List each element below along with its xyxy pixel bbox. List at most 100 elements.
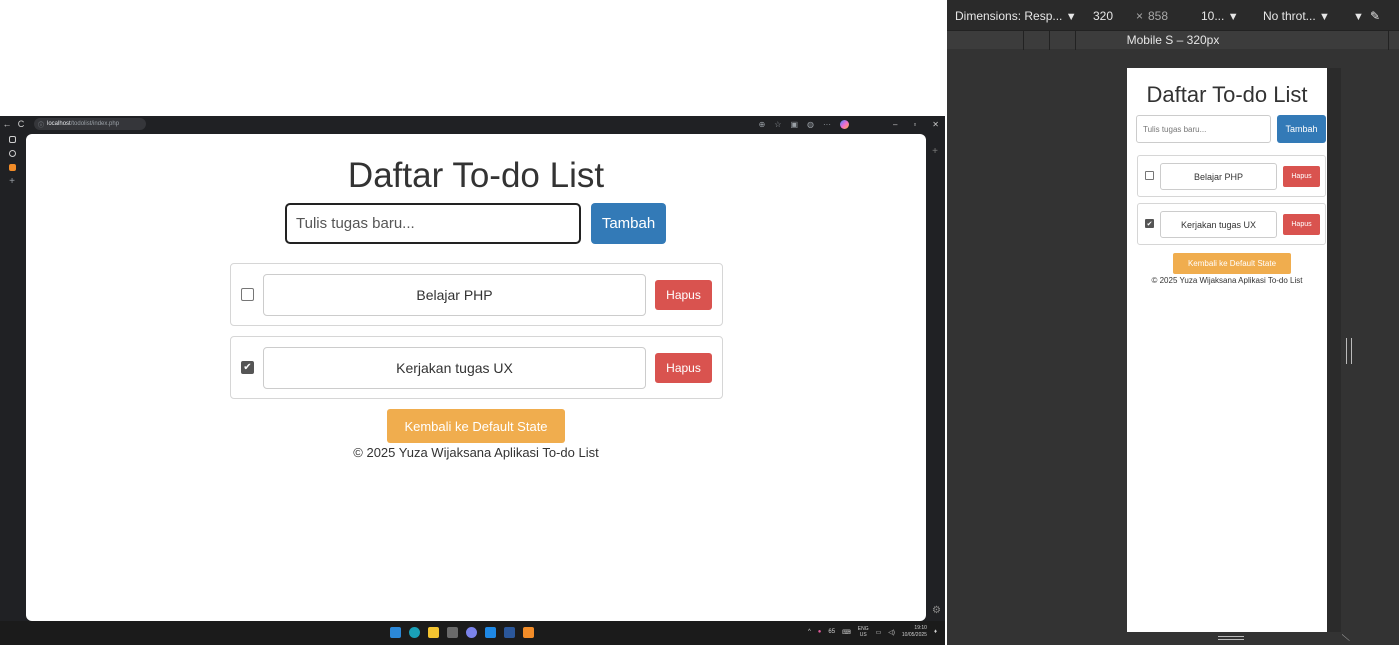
eyedropper-icon[interactable]: ✎	[1370, 9, 1380, 23]
browser-window: ← C ⓘ localhost/todolist/index.php ⊕ ☆ ▣…	[0, 116, 945, 645]
address-bar[interactable]: ⓘ localhost/todolist/index.php	[34, 118, 146, 130]
new-task-input[interactable]	[285, 203, 581, 244]
file-explorer-icon[interactable]	[428, 627, 439, 638]
footer-text: © 2025 Yuza Wijaksana Aplikasi To-do Lis…	[353, 445, 599, 460]
word-icon[interactable]	[504, 627, 515, 638]
star-icon[interactable]: ☆	[774, 120, 781, 129]
task-checkbox[interactable]	[241, 288, 254, 301]
dimensions-label: Dimensions: Resp...	[955, 9, 1063, 23]
edge-icon[interactable]	[409, 627, 420, 638]
footer-text: © 2025 Yuza Wijaksana Aplikasi To-do Lis…	[1151, 276, 1303, 285]
resize-handle-bottom[interactable]	[1218, 636, 1244, 640]
page-title: Daftar To-do List	[347, 156, 605, 195]
chat-icon[interactable]	[466, 627, 477, 638]
add-task-button[interactable]: Tambah	[1277, 115, 1326, 143]
chevron-up-icon[interactable]: ^	[808, 629, 811, 635]
more-icon[interactable]: ···	[823, 120, 831, 129]
info-icon[interactable]: ⓘ	[38, 120, 44, 129]
tabs-icon[interactable]	[8, 136, 16, 143]
reload-icon[interactable]: C	[14, 119, 28, 129]
device-label[interactable]: Mobile S – 320px	[947, 33, 1399, 47]
reset-default-button[interactable]: Kembali ke Default State	[387, 409, 565, 443]
windows-start-icon[interactable]	[390, 627, 401, 638]
copilot-icon[interactable]	[840, 119, 849, 129]
history-icon[interactable]	[8, 150, 16, 157]
close-icon[interactable]: ✕	[932, 120, 939, 129]
page-viewport: Daftar To-do List Tambah Belajar PHP Hap…	[26, 134, 926, 621]
caret-down-icon: ▼	[1353, 11, 1364, 23]
task-text[interactable]: Belajar PHP	[263, 274, 646, 316]
add-task-button[interactable]: Tambah	[591, 203, 666, 244]
caret-down-icon: ▼	[1319, 11, 1330, 23]
throttle-dropdown[interactable]: No throt... ▼	[1263, 9, 1330, 23]
url-host: localhost	[47, 121, 71, 127]
task-checkbox[interactable]: ✔	[241, 361, 254, 374]
more-options-dropdown[interactable]: ▼	[1353, 9, 1364, 23]
gear-icon[interactable]: ⚙	[932, 605, 941, 616]
task-text[interactable]: Kerjakan tugas UX	[1160, 211, 1277, 238]
new-tab-icon[interactable]: +	[9, 177, 15, 187]
task-checkbox[interactable]: ✔	[1145, 219, 1154, 228]
caret-down-icon: ▼	[1065, 11, 1077, 23]
throttle-label: No throt...	[1263, 9, 1316, 23]
task-item: ✔ Kerjakan tugas UX Hapus	[1137, 203, 1326, 245]
mobile-viewport: Daftar To-do List Tambah Belajar PHP Hap…	[1127, 68, 1327, 632]
reset-default-button[interactable]: Kembali ke Default State	[1173, 253, 1291, 274]
new-task-input[interactable]	[1136, 115, 1271, 143]
task-text[interactable]: Kerjakan tugas UX	[263, 347, 646, 389]
minimize-icon[interactable]: –	[893, 120, 897, 129]
app-icon[interactable]	[523, 627, 534, 638]
viewport-scrollbar[interactable]	[1327, 68, 1341, 632]
taskbar-apps	[390, 627, 534, 638]
delete-task-button[interactable]: Hapus	[655, 353, 712, 383]
zoom-icon[interactable]: ⊕	[759, 120, 766, 129]
width-input[interactable]: 320	[1093, 9, 1113, 23]
url-path: /todolist/index.php	[70, 121, 120, 127]
task-item: Belajar PHP Hapus	[1137, 155, 1326, 197]
language-indicator[interactable]: ENG US	[858, 626, 869, 638]
tray-app-icon[interactable]: ●	[818, 629, 822, 635]
region-code: US	[859, 632, 867, 638]
media-query-bar: Mobile S – 320px	[947, 30, 1399, 50]
restore-icon[interactable]: ▫	[913, 120, 916, 129]
dimensions-dropdown[interactable]: Dimensions: Resp... ▼	[955, 9, 1077, 23]
split-screen-icon[interactable]: ▣	[790, 120, 798, 129]
height-input[interactable]: 858	[1148, 9, 1168, 23]
side-add-icon[interactable]: +	[925, 146, 945, 157]
delete-task-button[interactable]: Hapus	[1283, 214, 1320, 235]
store-icon[interactable]	[447, 627, 458, 638]
task-item: ✔ Kerjakan tugas UX Hapus	[230, 336, 723, 399]
network-icon[interactable]: ▭	[876, 629, 882, 636]
vscode-icon[interactable]	[485, 627, 496, 638]
back-icon[interactable]: ←	[0, 119, 14, 129]
window-controls: – ▫ ✕	[893, 116, 939, 132]
caret-down-icon: ▼	[1227, 11, 1239, 23]
dimension-separator: ×	[1136, 9, 1144, 23]
task-checkbox[interactable]	[1145, 171, 1154, 180]
browser-toolbar: ← C ⓘ localhost/todolist/index.php ⊕ ☆ ▣…	[0, 116, 945, 132]
browser-sidebar: +	[0, 136, 24, 187]
clock-date: 10/05/2025	[901, 632, 927, 638]
resize-corner-icon[interactable]: ⟋	[1339, 634, 1350, 641]
notification-icon[interactable]: ♦	[934, 629, 937, 635]
zoom-dropdown[interactable]: 10... ▼	[1201, 9, 1239, 23]
device-toolbar: Dimensions: Resp... ▼ 320 × 858 10... ▼ …	[947, 0, 1399, 30]
resize-handle-right[interactable]	[1346, 338, 1352, 364]
delete-task-button[interactable]: Hapus	[1283, 166, 1320, 187]
taskbar: ^ ● 65 ⌨ ENG US ▭ ◁) 19:10 10/05/2025 ♦	[0, 621, 945, 645]
delete-task-button[interactable]: Hapus	[655, 280, 712, 310]
ruler-divider	[1388, 31, 1389, 50]
browser-tools: ⊕ ☆ ▣ ◍ ···	[759, 116, 849, 132]
task-item: Belajar PHP Hapus	[230, 263, 723, 326]
headset-icon[interactable]: ◍	[807, 120, 814, 129]
page-title: Daftar To-do List	[1146, 82, 1308, 107]
volume-icon[interactable]: ◁)	[888, 629, 895, 636]
screen: ← C ⓘ localhost/todolist/index.php ⊕ ☆ ▣…	[0, 0, 1399, 645]
task-text[interactable]: Belajar PHP	[1160, 163, 1277, 190]
zoom-label: 10...	[1201, 9, 1225, 23]
clock[interactable]: 19:10 10/05/2025	[902, 625, 927, 639]
tray-number: 65	[828, 629, 836, 635]
clock-time: 19:10	[914, 625, 927, 631]
active-tab-icon[interactable]	[8, 164, 16, 171]
keyboard-icon[interactable]: ⌨	[842, 629, 851, 636]
